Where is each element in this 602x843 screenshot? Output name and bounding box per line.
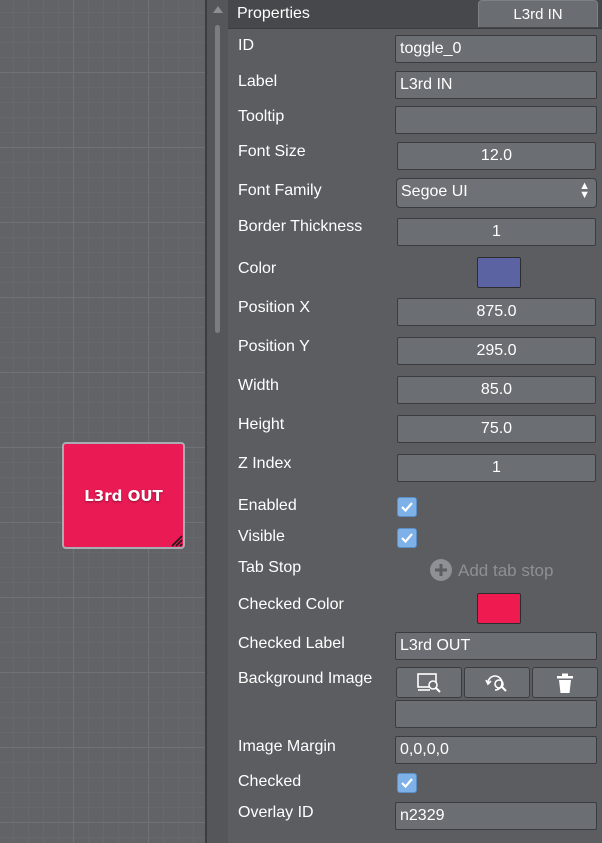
tab-selected-element[interactable]: L3rd IN xyxy=(478,0,598,27)
z-index-field[interactable]: 1 xyxy=(397,454,596,482)
property-label: Width xyxy=(238,377,279,394)
label-field[interactable]: L3rd IN xyxy=(395,71,597,99)
font-family-select[interactable]: Segoe UI ▲ ▼ xyxy=(396,178,597,208)
delete-image-button[interactable] xyxy=(532,667,598,698)
panel-title: Properties xyxy=(237,5,310,22)
property-label: Position X xyxy=(238,299,311,316)
checkmark-icon xyxy=(401,502,413,513)
checked-color-swatch[interactable] xyxy=(477,593,521,624)
property-label: Z Index xyxy=(238,455,292,472)
property-label: Label xyxy=(238,73,278,90)
design-canvas[interactable]: L3rd OUT xyxy=(0,0,206,843)
width-field[interactable]: 85.0 xyxy=(397,376,596,404)
property-label: Enabled xyxy=(238,497,297,514)
checkmark-icon xyxy=(401,778,413,789)
scroll-up-arrow-icon[interactable] xyxy=(213,6,223,13)
panel-header: Properties L3rd IN xyxy=(228,0,602,29)
height-field[interactable]: 75.0 xyxy=(397,415,596,443)
property-label: Color xyxy=(238,260,277,277)
property-label: Visible xyxy=(238,528,285,545)
add-circle-icon[interactable] xyxy=(430,559,452,581)
property-label: Checked Color xyxy=(238,596,344,613)
toggle-widget[interactable]: L3rd OUT xyxy=(62,442,185,549)
properties-panel: Properties L3rd IN ID toggle_0 Label L3r… xyxy=(228,0,602,843)
add-tab-stop-button[interactable]: Add tab stop xyxy=(458,561,553,581)
property-label: Tooltip xyxy=(238,108,285,125)
search-refresh-icon xyxy=(485,674,507,692)
property-label: Overlay ID xyxy=(238,804,314,821)
property-label: Font Size xyxy=(238,143,306,160)
font-size-field[interactable]: 12.0 xyxy=(397,142,596,170)
browse-computer-icon xyxy=(417,672,441,693)
visible-checkbox[interactable] xyxy=(397,528,417,548)
property-label: Tab Stop xyxy=(238,559,302,576)
enabled-checkbox[interactable] xyxy=(397,497,417,517)
color-swatch[interactable] xyxy=(477,257,521,288)
property-label: Border Thickness xyxy=(238,218,363,235)
property-label: ID xyxy=(238,37,254,54)
border-thickness-field[interactable]: 1 xyxy=(397,218,596,246)
image-margin-field[interactable]: 0,0,0,0 xyxy=(395,736,597,764)
id-field[interactable]: toggle_0 xyxy=(395,35,597,63)
position-y-field[interactable]: 295.0 xyxy=(397,337,596,365)
position-x-field[interactable]: 875.0 xyxy=(397,298,596,326)
checked-checkbox[interactable] xyxy=(397,773,417,793)
checked-label-field[interactable]: L3rd OUT xyxy=(395,632,597,660)
background-image-field[interactable] xyxy=(395,700,597,728)
overlay-id-field[interactable]: n2329 xyxy=(395,802,597,830)
property-label: Checked Label xyxy=(238,635,345,652)
property-label: Font Family xyxy=(238,182,322,199)
property-label: Position Y xyxy=(238,338,310,355)
browse-image-button[interactable] xyxy=(396,667,462,698)
checkmark-icon xyxy=(401,533,413,544)
resize-handle-icon[interactable] xyxy=(169,533,183,547)
property-label: Image Margin xyxy=(238,738,336,755)
updown-arrows-icon: ▲ ▼ xyxy=(579,180,590,201)
font-family-value: Segoe UI xyxy=(401,183,468,200)
trash-icon xyxy=(557,673,573,693)
scrollbar-thumb[interactable] xyxy=(215,25,220,333)
search-image-button[interactable] xyxy=(464,667,530,698)
property-label: Background Image xyxy=(238,670,373,687)
property-label: Height xyxy=(238,416,285,433)
property-label: Checked xyxy=(238,773,302,790)
tooltip-field[interactable] xyxy=(395,106,597,134)
toggle-widget-label: L3rd OUT xyxy=(84,486,163,505)
